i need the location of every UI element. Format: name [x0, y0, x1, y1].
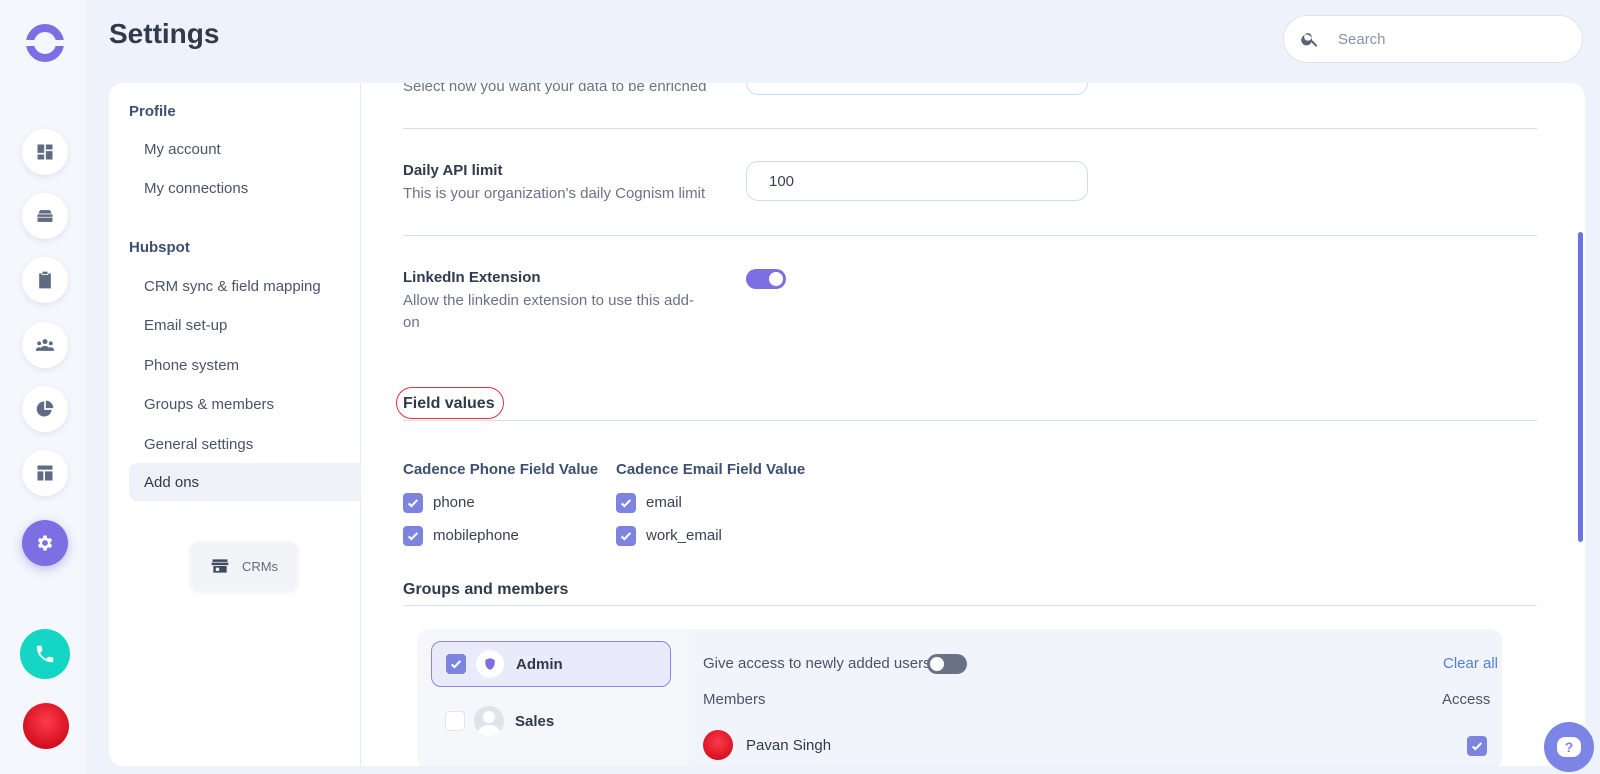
left-rail: [0, 0, 86, 774]
user-avatar[interactable]: [23, 703, 69, 749]
clear-all-link[interactable]: Clear all: [1443, 655, 1498, 672]
linkedin-description-line1: Allow the linkedin extension to use this…: [403, 292, 695, 309]
gear-icon[interactable]: [22, 520, 68, 566]
email-option-label: email: [646, 494, 682, 511]
app-logo[interactable]: [24, 24, 66, 62]
email-field-heading: Cadence Email Field Value: [616, 461, 806, 478]
divider: [403, 420, 1537, 421]
nav-item-groups-members[interactable]: Groups & members: [129, 385, 361, 423]
daily-api-input[interactable]: 100: [746, 161, 1088, 201]
search-input[interactable]: [1338, 30, 1558, 48]
admin-group-name: Admin: [516, 656, 563, 673]
enrich-select[interactable]: [746, 83, 1088, 95]
inbox-icon[interactable]: [22, 193, 68, 239]
linkedin-label: LinkedIn Extension: [403, 269, 541, 286]
divider: [403, 235, 1537, 236]
toggle-knob: [769, 272, 783, 286]
member-avatar: [703, 730, 733, 760]
access-header: Access: [1442, 691, 1491, 708]
enrich-description: Select how you want your data to be enri…: [403, 83, 707, 95]
settings-subnav: Profile My account My connections Hubspo…: [109, 83, 361, 766]
toggle-knob: [930, 657, 944, 671]
nav-heading-hubspot: Hubspot: [129, 239, 190, 256]
crms-button[interactable]: CRMs: [190, 541, 298, 591]
clipboard-icon[interactable]: [22, 257, 68, 303]
admin-group-checkbox[interactable]: [446, 654, 466, 674]
phone-icon[interactable]: [20, 629, 70, 679]
nav-item-email-setup[interactable]: Email set-up: [129, 306, 361, 344]
search-box[interactable]: [1283, 15, 1583, 63]
member-access-checkbox[interactable]: [1467, 736, 1487, 756]
nav-item-phone-system[interactable]: Phone system: [129, 346, 361, 384]
nav-heading-profile: Profile: [129, 103, 176, 120]
daily-api-label: Daily API limit: [403, 162, 503, 179]
crms-button-label: CRMs: [241, 558, 279, 574]
phone-option-label: phone: [433, 494, 475, 511]
group-item-admin[interactable]: Admin: [431, 641, 671, 687]
team-icon[interactable]: [22, 322, 68, 368]
addons-content: Select how you want your data to be enri…: [362, 83, 1585, 766]
nav-item-add-ons[interactable]: Add ons: [129, 463, 361, 501]
store-icon: [211, 559, 229, 573]
page-title: Settings: [109, 18, 220, 49]
divider: [403, 605, 1537, 606]
search-icon: [1301, 33, 1318, 47]
nav-item-general-settings[interactable]: General settings: [129, 425, 361, 463]
linkedin-description: Allow the linkedin extension to use this…: [403, 290, 694, 334]
members-header: Members: [703, 691, 766, 708]
shield-icon: [476, 650, 504, 678]
new-users-label: Give access to newly added users: [703, 655, 931, 672]
member-name: Pavan Singh: [746, 737, 832, 754]
layout-icon[interactable]: [22, 450, 68, 496]
sales-group-checkbox[interactable]: [445, 711, 465, 731]
groups-members-panel: Admin Sales Give access to newly added u…: [417, 629, 1502, 766]
mobilephone-option-label: mobilephone: [433, 527, 519, 544]
groups-members-title: Groups and members: [403, 581, 569, 598]
daily-api-description: This is your organization's daily Cognis…: [403, 185, 706, 202]
new-users-toggle[interactable]: [927, 654, 967, 674]
phone-field-heading: Cadence Phone Field Value: [403, 461, 599, 478]
nav-item-crm-sync[interactable]: CRM sync & field mapping: [129, 267, 361, 305]
members-panel: Give access to newly added users Clear a…: [689, 629, 1502, 766]
nav-item-my-connections[interactable]: My connections: [129, 169, 361, 207]
sales-group-name[interactable]: Sales: [515, 713, 554, 730]
help-chat-icon[interactable]: ?: [1544, 722, 1594, 772]
user-icon: [474, 706, 504, 736]
phone-checkbox[interactable]: [403, 493, 423, 513]
nav-item-my-account[interactable]: My account: [129, 130, 361, 168]
work-email-checkbox[interactable]: [616, 526, 636, 546]
settings-card: Profile My account My connections Hubspo…: [109, 83, 1585, 766]
field-values-title: Field values: [403, 395, 495, 412]
divider: [403, 128, 1537, 129]
linkedin-description-line2: on: [403, 314, 420, 331]
dashboard-icon[interactable]: [22, 129, 68, 175]
mobilephone-checkbox[interactable]: [403, 526, 423, 546]
pie-chart-icon[interactable]: [22, 386, 68, 432]
work-email-option-label: work_email: [646, 527, 722, 544]
scrollbar[interactable]: [1578, 232, 1583, 542]
linkedin-toggle[interactable]: [746, 269, 786, 289]
email-checkbox[interactable]: [616, 493, 636, 513]
